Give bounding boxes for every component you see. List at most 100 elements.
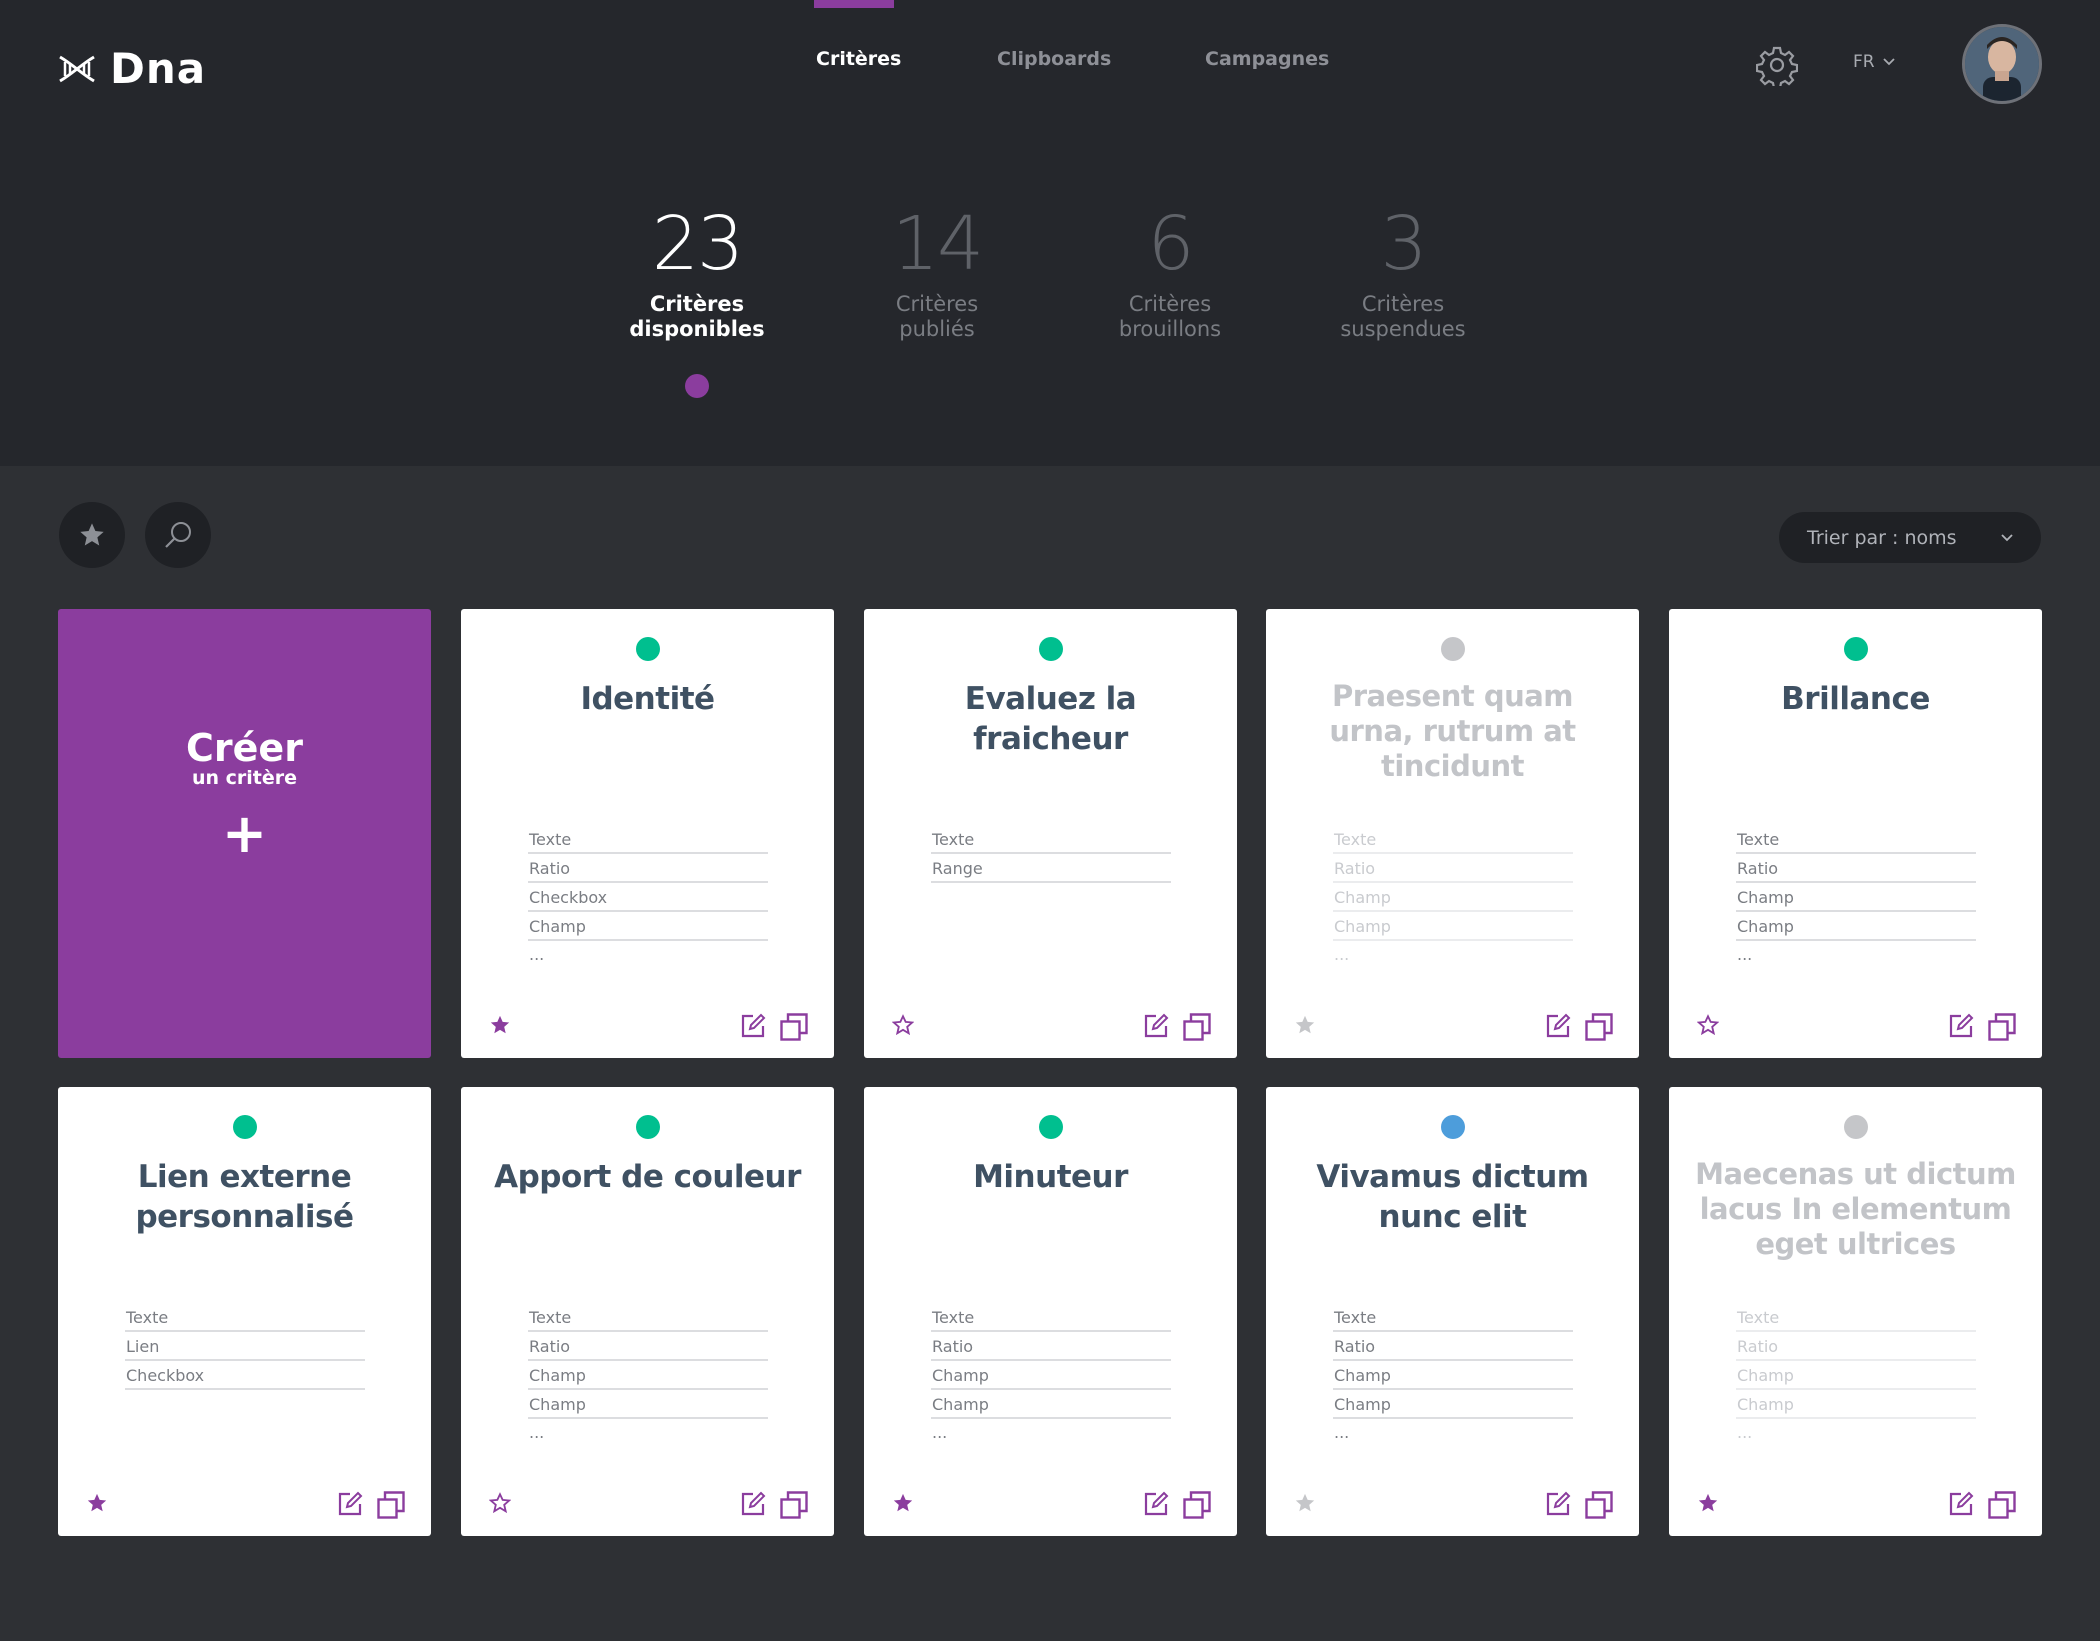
card-title: Brillance [1781,681,1930,717]
criterion-card[interactable]: Vivamus dictum nunc elit Texte Ratio Cha… [1266,1087,1639,1536]
stat-value: 3 [1380,201,1427,287]
stat-value: 14 [891,201,984,287]
duplicate-icon[interactable] [1584,1012,1614,1042]
language-label: FR [1853,52,1875,72]
field-item: Lien [125,1332,365,1361]
edit-icon[interactable] [1544,1012,1572,1040]
criterion-card[interactable]: Identité Texte Ratio Checkbox Champ ... [461,609,834,1058]
card-title: Minuteur [973,1159,1128,1195]
field-list: Texte Ratio Champ Champ ... [1333,825,1573,969]
stat-value: 6 [1147,201,1194,287]
user-avatar[interactable] [1962,24,2042,104]
duplicate-icon[interactable] [779,1490,809,1520]
field-item: Champ [1333,1390,1573,1419]
field-list: Texte Ratio Champ Champ ... [931,1303,1171,1447]
duplicate-icon[interactable] [1987,1490,2017,1520]
stat-value: 23 [651,201,744,287]
search-icon [165,522,191,548]
field-list: Texte Ratio Checkbox Champ ... [528,825,768,969]
edit-icon[interactable] [1142,1490,1170,1518]
duplicate-icon[interactable] [1584,1490,1614,1520]
status-dot [1844,1115,1868,1139]
stat-label: Critères publiés [847,292,1027,342]
sort-dropdown[interactable]: Trier par : noms [1779,512,2041,563]
status-dot [1844,637,1868,661]
language-selector[interactable]: FR [1853,52,1895,72]
duplicate-icon[interactable] [779,1012,809,1042]
create-criterion-card[interactable]: Créer un critère + [58,609,431,1058]
edit-icon[interactable] [1947,1012,1975,1040]
duplicate-icon[interactable] [1182,1012,1212,1042]
duplicate-icon[interactable] [376,1490,406,1520]
field-item: Champ [1736,912,1976,941]
field-item: Ratio [528,1332,768,1361]
more-indicator: ... [529,945,545,964]
more-indicator: ... [1737,945,1753,964]
chevron-down-icon [1882,58,1895,66]
duplicate-icon[interactable] [1987,1012,2017,1042]
criterion-card[interactable]: Evaluez la fraicheur Texte Range [864,609,1237,1058]
favorite-star-icon[interactable] [1294,1014,1318,1038]
field-item: Champ [1333,912,1573,941]
duplicate-icon[interactable] [1182,1490,1212,1520]
favorites-filter-button[interactable] [59,502,125,568]
favorite-star-icon[interactable] [488,1492,513,1516]
stat-label-line2: publiés [899,317,975,341]
search-button[interactable] [145,502,211,568]
more-indicator: ... [529,1423,545,1442]
stat-label-line1: Critères [1361,292,1445,316]
criterion-card[interactable]: Maecenas ut dictum lacus In elementum eg… [1669,1087,2042,1536]
page-header: Dna Critères Clipboards Campagnes FR 23 … [0,0,2100,466]
field-list: Texte Ratio Champ Champ ... [1736,1303,1976,1447]
field-item: Ratio [1736,854,1976,883]
favorite-star-icon[interactable] [892,1492,916,1516]
stat-published[interactable]: 14 Critères publiés [847,200,1027,342]
status-dot [1039,1115,1063,1139]
field-item: Champ [931,1390,1171,1419]
nav-tab-clipboards[interactable]: Clipboards [997,48,1111,70]
favorite-star-icon[interactable] [1697,1492,1721,1516]
edit-icon[interactable] [1947,1490,1975,1518]
field-item: Champ [1333,883,1573,912]
criterion-card[interactable]: Apport de couleur Texte Ratio Champ Cham… [461,1087,834,1536]
stat-available[interactable]: 23 Critères disponibles [607,200,787,342]
field-list: Texte Ratio Champ Champ ... [1736,825,1976,969]
card-title: Vivamus dictum nunc elit [1316,1159,1589,1235]
favorite-star-icon[interactable] [86,1492,110,1516]
field-item: Texte [931,1303,1171,1332]
field-item: Checkbox [125,1361,365,1390]
edit-icon[interactable] [1544,1490,1572,1518]
create-card-subtitle: un critère [191,767,298,789]
criterion-card[interactable]: Brillance Texte Ratio Champ Champ ... [1669,609,2042,1058]
criterion-card[interactable]: Lien externe personnalisé Texte Lien Che… [58,1087,431,1536]
stat-suspended[interactable]: 3 Critères suspendues [1313,200,1493,342]
field-list: Texte Ratio Champ Champ ... [528,1303,768,1447]
edit-icon[interactable] [739,1012,767,1040]
favorite-star-icon[interactable] [891,1014,916,1038]
favorite-star-icon[interactable] [1696,1014,1721,1038]
settings-button[interactable] [1755,44,1799,90]
stat-drafts[interactable]: 6 Critères brouillons [1080,200,1260,342]
edit-icon[interactable] [336,1490,364,1518]
nav-tab-criteres[interactable]: Critères [816,48,901,70]
favorite-star-icon[interactable] [1294,1492,1318,1516]
criterion-card[interactable]: Praesent quam urna, rutrum at tincidunt … [1266,609,1639,1058]
field-item: Champ [1736,1361,1976,1390]
field-item: Ratio [931,1332,1171,1361]
sort-label: Trier par : noms [1807,526,1957,549]
field-list: Texte Range [931,825,1171,883]
field-item: Texte [125,1303,365,1332]
more-indicator: ... [932,1423,948,1442]
status-dot [636,1115,660,1139]
field-item: Champ [1736,1390,1976,1419]
nav-tab-campagnes[interactable]: Campagnes [1205,48,1329,70]
status-dot [1039,637,1063,661]
favorite-star-icon[interactable] [489,1014,513,1038]
status-dot [233,1115,257,1139]
field-item: Texte [1736,1303,1976,1332]
edit-icon[interactable] [1142,1012,1170,1040]
criterion-card[interactable]: Minuteur Texte Ratio Champ Champ ... [864,1087,1237,1536]
edit-icon[interactable] [739,1490,767,1518]
field-item: Ratio [1333,854,1573,883]
stat-label-line2: disponibles [629,317,765,341]
